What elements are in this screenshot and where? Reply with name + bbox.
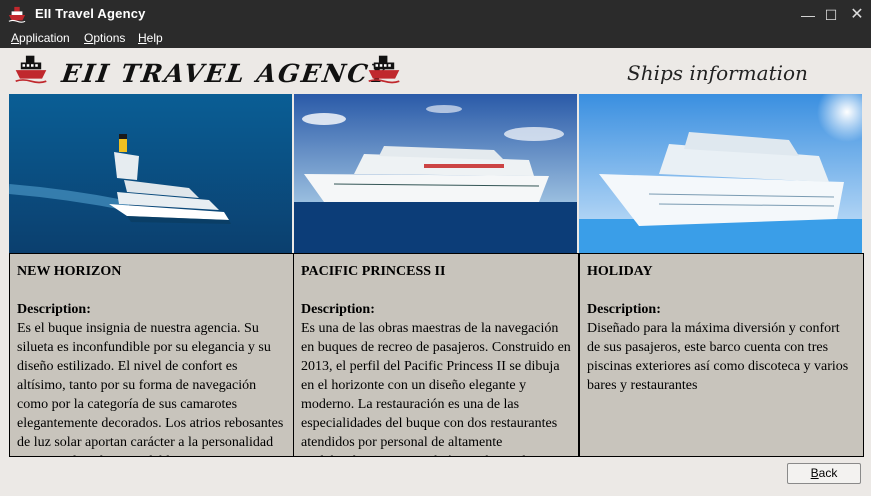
maximize-icon[interactable]: ☐: [819, 4, 843, 26]
header-banner: EII TRAVEL AGENCY Ships information: [0, 48, 871, 94]
ship-description: Es el buque insignia de nuestra agencia.…: [17, 321, 284, 456]
close-icon[interactable]: ✕: [845, 4, 869, 26]
ship-name: HOLIDAY: [587, 264, 653, 279]
cruise-ship-logo-icon: [368, 55, 400, 84]
ship-description: Es una de las obras maestras de la naveg…: [301, 321, 571, 456]
description-label: Description:: [301, 302, 375, 317]
ship-name: NEW HORIZON: [17, 264, 122, 279]
section-title: Ships information: [627, 61, 808, 85]
menu-help[interactable]: Help: [138, 30, 163, 46]
minimize-icon[interactable]: —: [796, 4, 820, 26]
brand-title: EII TRAVEL AGENCY: [59, 59, 392, 88]
ship-app-icon: [8, 6, 26, 23]
description-label: Description:: [17, 302, 91, 317]
ship-card-holiday: HOLIDAY Description: Diseñado para la má…: [579, 253, 864, 457]
ship-description: Diseñado para la máxima diversión y conf…: [587, 321, 849, 393]
menu-bar: Application Options Help: [0, 30, 871, 48]
ship-image-pacific-princess: [294, 94, 577, 254]
menu-application[interactable]: Application: [11, 30, 70, 46]
ship-image-holiday: [579, 94, 862, 254]
cruise-ship-logo-icon: [15, 55, 47, 84]
ship-card-pacific-princess: PACIFIC PRINCESS II Description: Es una …: [294, 253, 579, 457]
title-bar: EII Travel Agency — ☐ ✕: [0, 0, 871, 30]
ship-name: PACIFIC PRINCESS II: [301, 264, 446, 279]
back-button[interactable]: Back: [787, 463, 861, 484]
description-label: Description:: [587, 302, 661, 317]
menu-options[interactable]: Options: [84, 30, 125, 46]
ship-image-new-horizon: [9, 94, 292, 254]
window-title: EII Travel Agency: [35, 6, 146, 21]
ship-card-new-horizon: NEW HORIZON Description: Es el buque ins…: [9, 253, 294, 457]
